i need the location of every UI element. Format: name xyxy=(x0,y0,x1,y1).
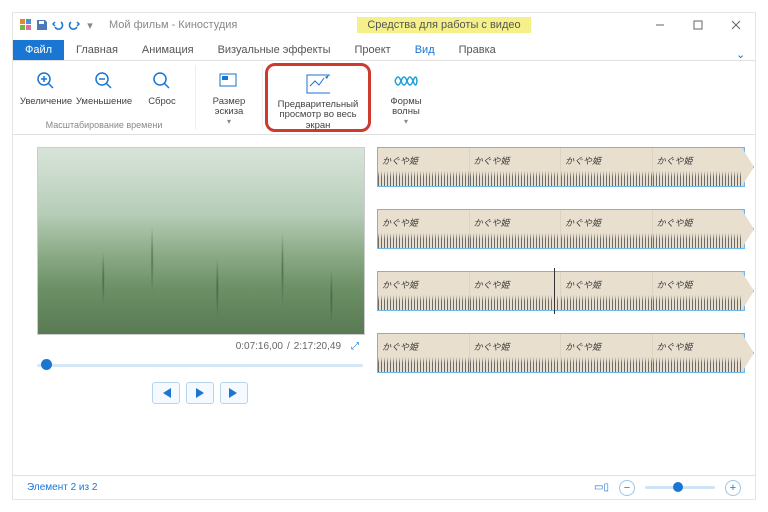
qa-dropdown-icon[interactable]: ▾ xyxy=(83,18,97,32)
zoom-in-label: Увеличение xyxy=(20,97,72,107)
timeline-pane[interactable]: かぐや姫 かぐや姫 かぐや姫 かぐや姫 かぐや姫 かぐや姫 かぐや姫 かぐや姫 … xyxy=(373,135,755,475)
time-total: 2:17:20,49 xyxy=(294,341,341,352)
zoom-out-icon xyxy=(92,69,116,93)
waveform-icon xyxy=(394,69,418,93)
chevron-down-icon: ▾ xyxy=(404,118,408,127)
timeline-track[interactable]: かぐや姫 かぐや姫 かぐや姫 かぐや姫 xyxy=(377,271,745,311)
zoom-in-button[interactable]: Увеличение xyxy=(19,65,73,107)
tab-file[interactable]: Файл xyxy=(13,40,64,60)
zoom-reset-button[interactable]: Сброс xyxy=(135,65,189,107)
preview-fullscreen-label: Предварительный просмотр во весь экран xyxy=(272,100,364,131)
minimize-button[interactable] xyxy=(641,13,679,37)
ribbon-tabs: Файл Главная Анимация Визуальные эффекты… xyxy=(13,37,755,61)
zoom-out-status-button[interactable]: − xyxy=(619,480,635,496)
zoom-slider-thumb[interactable] xyxy=(673,482,683,492)
statusbar: Элемент 2 из 2 ▭▯ − + xyxy=(13,475,755,499)
expand-icon[interactable]: ⤢ xyxy=(351,341,359,352)
prev-frame-button[interactable] xyxy=(152,382,180,404)
preview-fullscreen-highlight: Предварительный просмотр во весь экран xyxy=(265,63,371,132)
titlebar: ▾ Мой фильм - Киностудия Средства для ра… xyxy=(13,13,755,37)
redo-icon[interactable] xyxy=(67,18,81,32)
context-tab-video[interactable]: Средства для работы с видео xyxy=(357,17,530,33)
maximize-button[interactable] xyxy=(679,13,717,37)
zoom-in-icon xyxy=(34,69,58,93)
fullscreen-icon xyxy=(306,72,330,96)
zoom-out-button[interactable]: Уменьшение xyxy=(77,65,131,107)
thumb-size-icon xyxy=(217,69,241,93)
zoom-reset-icon xyxy=(150,69,174,93)
group-scale-label: Масштабирование времени xyxy=(46,118,163,130)
tab-edit[interactable]: Правка xyxy=(447,40,508,60)
save-icon[interactable] xyxy=(35,18,49,32)
tab-animation[interactable]: Анимация xyxy=(130,40,206,60)
preview-pane: 0:07:16,00 / 2:17:20,49 ⤢ xyxy=(13,135,373,475)
timeline-track[interactable]: かぐや姫 かぐや姫 かぐや姫 かぐや姫 xyxy=(377,209,745,249)
window-title: Мой фильм - Киностудия xyxy=(109,19,237,31)
seek-bar[interactable] xyxy=(37,358,363,372)
zoom-out-label: Уменьшение xyxy=(76,97,132,107)
video-preview[interactable] xyxy=(37,147,365,335)
thumb-size-label: Размер эскиза xyxy=(202,97,256,118)
zoom-slider[interactable] xyxy=(645,486,715,489)
time-current: 0:07:16,00 xyxy=(236,341,283,352)
waveforms-button[interactable]: Формы волны ▾ xyxy=(379,65,433,127)
waveforms-label: Формы волны xyxy=(379,97,433,118)
seek-thumb[interactable] xyxy=(41,359,52,370)
tab-home[interactable]: Главная xyxy=(64,40,130,60)
playhead[interactable] xyxy=(554,268,556,314)
undo-icon[interactable] xyxy=(51,18,65,32)
tab-view[interactable]: Вид xyxy=(403,40,447,60)
close-button[interactable] xyxy=(717,13,755,37)
chevron-down-icon: ▾ xyxy=(227,118,231,127)
thumb-size-button[interactable]: Размер эскиза ▾ xyxy=(202,65,256,127)
status-element-count: Элемент 2 из 2 xyxy=(27,482,97,493)
timeline-track[interactable]: かぐや姫 かぐや姫 かぐや姫 かぐや姫 xyxy=(377,333,745,373)
next-frame-button[interactable] xyxy=(220,382,248,404)
timeline-track[interactable]: かぐや姫 かぐや姫 かぐや姫 かぐや姫 xyxy=(377,147,745,187)
preview-fullscreen-button[interactable]: Предварительный просмотр во весь экран xyxy=(272,68,364,131)
play-button[interactable] xyxy=(186,382,214,404)
tab-visual[interactable]: Визуальные эффекты xyxy=(206,40,343,60)
app-icon xyxy=(19,18,33,32)
zoom-reset-label: Сброс xyxy=(148,97,176,107)
ribbon: Увеличение Уменьшение Сброс Масштабирова… xyxy=(13,61,755,135)
ribbon-collapse-icon[interactable]: ⌃ xyxy=(736,47,745,60)
tab-project[interactable]: Проект xyxy=(342,40,402,60)
zoom-in-status-button[interactable]: + xyxy=(725,480,741,496)
view-mode-icon[interactable]: ▭▯ xyxy=(594,482,609,493)
